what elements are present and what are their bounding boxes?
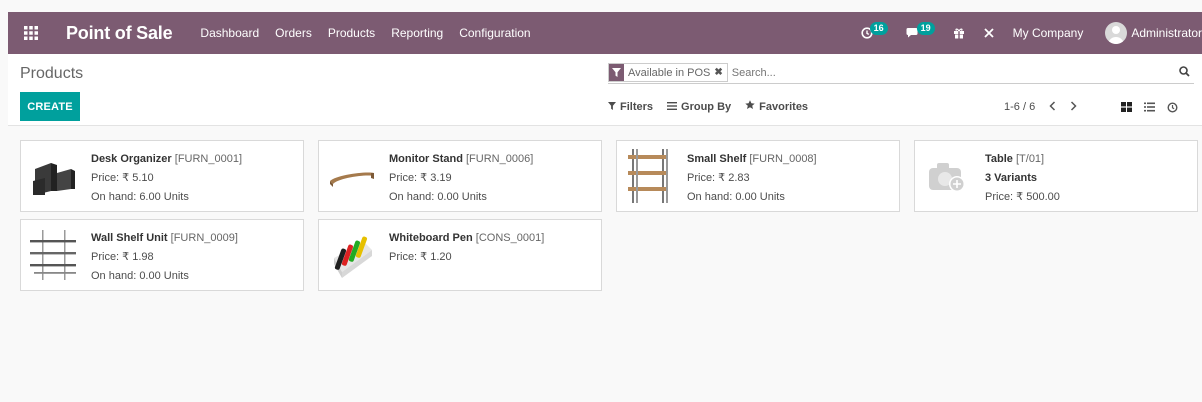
filter-icon [608,101,616,113]
list-view-icon[interactable] [1139,98,1159,116]
product-price: Price: ₹ 1.98 [91,251,154,263]
pager-next-icon[interactable] [1070,100,1077,114]
messages-count-badge: 19 [916,21,935,35]
filters-dropdown[interactable]: Filters [608,101,653,113]
product-onhand: On hand: 6.00 Units [91,191,189,203]
page-title: Products [20,65,84,82]
view-switcher [1116,98,1185,116]
wall-shelf-image [21,220,85,290]
product-card[interactable]: Monitor Stand [FURN_0006] Price: ₹ 3.19 … [318,140,602,212]
product-price: Price: ₹ 2.83 [687,172,750,184]
facet-label: Available in POS [628,66,711,79]
filter-icon [609,64,624,81]
product-onhand: On hand: 0.00 Units [389,191,487,203]
product-card[interactable]: Table [T/01] 3 Variants Price: ₹ 500.00 [914,140,1198,212]
product-onhand: On hand: 0.00 Units [687,191,785,203]
menu-reporting[interactable]: Reporting [391,26,443,40]
monitor-stand-image [319,141,383,211]
product-name: Monitor Stand [389,153,463,165]
star-icon [745,100,755,113]
product-price: Price: ₹ 1.20 [389,251,452,263]
favorites-dropdown[interactable]: Favorites [745,100,808,113]
search-facet[interactable]: Available in POS ✖ [608,63,728,82]
product-price: Price: ₹ 5.10 [91,172,154,184]
filters-label: Filters [620,100,654,113]
product-reference: [FURN_0009] [170,232,238,244]
company-switcher[interactable]: My Company [1013,26,1084,40]
pager: 1-6 / 6 [1004,100,1077,114]
product-onhand: On hand: 0.00 Units [91,270,189,282]
product-name: Wall Shelf Unit [91,232,168,244]
product-reference: [FURN_0006] [466,153,534,165]
search-bar: Available in POS ✖ [608,62,1194,84]
search-icon[interactable] [1179,65,1190,80]
product-card[interactable]: Whiteboard Pen [CONS_0001] Price: ₹ 1.20 [318,219,602,291]
debug-tools-button[interactable] [983,27,995,39]
product-price: Price: ₹ 500.00 [985,191,1060,203]
product-name: Whiteboard Pen [389,232,473,244]
pager-value[interactable]: 1-6 / 6 [1004,101,1035,113]
messaging-menu[interactable]: 19 [906,21,935,39]
favorites-label: Favorites [759,100,809,113]
activity-count-badge: 16 [869,21,888,35]
user-avatar[interactable] [1105,22,1128,44]
product-reference: [CONS_0001] [475,232,545,244]
search-input[interactable] [731,66,1179,79]
menu-orders[interactable]: Orders [275,26,312,40]
desk-organizer-image [21,141,85,211]
groupby-dropdown[interactable]: Group By [667,101,731,113]
pager-previous-icon[interactable] [1049,100,1056,114]
product-price: Price: ₹ 3.19 [389,172,452,184]
kanban-view: Desk Organizer [FURN_0001] Price: ₹ 5.10… [8,127,1202,402]
camera-placeholder-icon [915,141,979,211]
tools-icon [983,28,994,38]
search-options: Filters Group By Favorites [608,100,822,113]
product-name: Table [985,153,1013,165]
groupby-label: Group By [681,100,732,113]
activity-view-icon[interactable] [1162,98,1182,116]
top-navbar: Point of Sale Dashboard Orders Products … [8,12,1202,54]
menu-dashboard[interactable]: Dashboard [200,26,259,40]
whiteboard-pen-image [319,220,383,290]
small-shelf-image [617,141,681,211]
app-title[interactable]: Point of Sale [66,23,173,44]
product-reference: [T/01] [1015,153,1045,165]
product-name: Small Shelf [687,153,747,165]
product-card[interactable]: Small Shelf [FURN_0008] Price: ₹ 2.83 On… [616,140,900,212]
control-panel: Products CREATE Available in POS ✖ Filte… [8,54,1202,126]
facet-remove-icon[interactable]: ✖ [714,67,726,78]
activity-menu[interactable]: 16 [860,21,888,39]
user-menu[interactable]: Administrator [1131,26,1202,40]
bars-icon [667,101,678,113]
apps-menu-icon[interactable] [8,12,54,54]
product-reference: [FURN_0008] [749,153,817,165]
product-reference: [FURN_0001] [174,153,243,165]
kanban-view-icon[interactable] [1116,98,1136,116]
gift-button[interactable] [953,27,965,39]
product-card[interactable]: Wall Shelf Unit [FURN_0009] Price: ₹ 1.9… [20,219,304,291]
product-name: Desk Organizer [91,153,172,165]
gift-icon [953,28,964,39]
product-variants: 3 Variants [985,172,1037,184]
create-button[interactable]: CREATE [20,92,80,121]
menu-configuration[interactable]: Configuration [459,26,530,40]
menu-products[interactable]: Products [328,26,375,40]
product-card[interactable]: Desk Organizer [FURN_0001] Price: ₹ 5.10… [20,140,304,212]
